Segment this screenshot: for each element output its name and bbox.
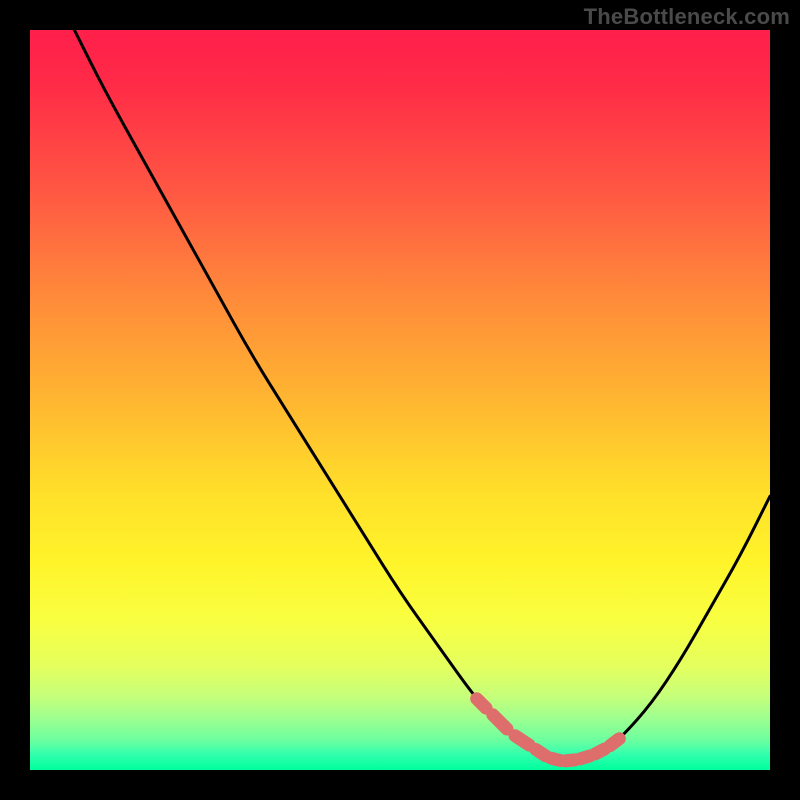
optimal-marker	[493, 715, 507, 729]
optimal-marker	[610, 739, 619, 746]
bottleneck-curve	[74, 30, 770, 761]
optimal-marker	[536, 750, 545, 756]
optimal-marker	[515, 736, 529, 745]
optimal-marker	[566, 760, 575, 761]
optimal-marker	[580, 756, 589, 759]
optimal-marker	[477, 699, 486, 708]
plot-area	[30, 30, 770, 770]
optimal-marker	[595, 749, 604, 754]
optimal-marker	[551, 758, 560, 760]
optimal-range-markers	[477, 699, 620, 761]
curve-layer	[30, 30, 770, 770]
chart-container: TheBottleneck.com	[0, 0, 800, 800]
watermark-text: TheBottleneck.com	[584, 4, 790, 30]
